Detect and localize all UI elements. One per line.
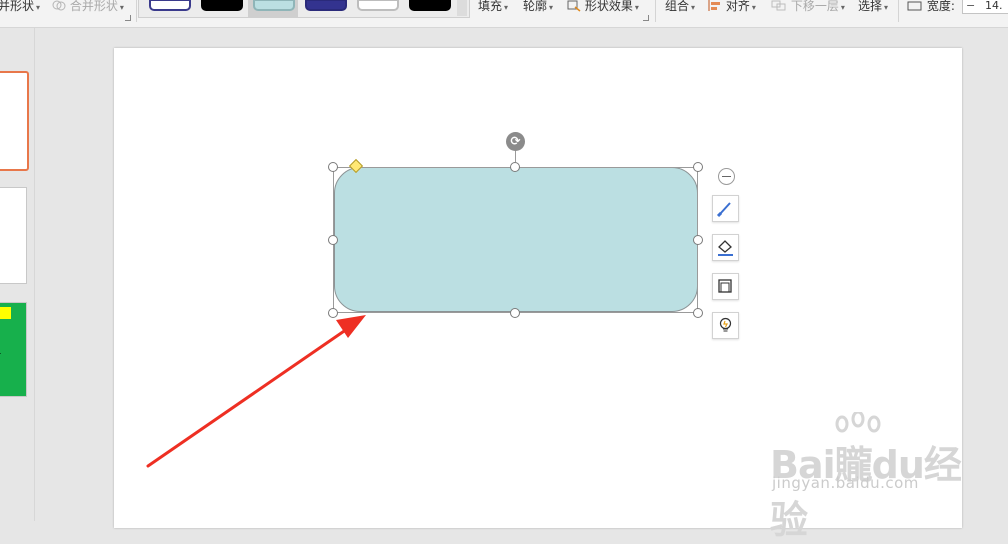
chevron-down-icon: ▾ xyxy=(840,3,845,12)
chevron-down-icon: ▾ xyxy=(504,3,509,12)
width-label: 宽度: xyxy=(926,0,955,13)
send-backward-icon xyxy=(771,0,786,11)
select-button[interactable]: 选择 ▾ xyxy=(858,0,888,13)
resize-handle-top[interactable] xyxy=(510,162,520,172)
collapse-icon[interactable] xyxy=(718,168,735,185)
width-value: 14. xyxy=(985,0,1003,12)
fill-button[interactable]: 填充 ▾ xyxy=(478,0,508,13)
style-brush-icon xyxy=(716,202,731,218)
align-label: 对齐 xyxy=(725,0,750,13)
rotate-icon[interactable]: ⟳ xyxy=(506,132,525,151)
chevron-down-icon: ▾ xyxy=(119,3,124,12)
align-icon xyxy=(708,0,720,11)
outline-label: 轮廓 xyxy=(523,0,548,13)
dialog-launcher-icon[interactable] xyxy=(125,15,131,21)
send-backward-button[interactable]: 下移一层 ▾ xyxy=(771,0,845,13)
width-icon xyxy=(907,1,922,11)
smart-lightbulb-button[interactable] xyxy=(712,312,739,339)
style-swatch-black[interactable] xyxy=(201,0,243,11)
resize-handle-left[interactable] xyxy=(328,235,338,245)
chevron-down-icon: ▾ xyxy=(751,3,756,12)
divider xyxy=(136,0,137,22)
group-label: 组合 xyxy=(665,0,690,13)
resize-handle-top-right[interactable] xyxy=(693,162,703,172)
merge-shapes-button[interactable]: 合并形状 ▾ xyxy=(52,0,124,13)
style-swatch-outline-navy[interactable] xyxy=(149,0,191,11)
fill-bucket-button[interactable] xyxy=(712,234,739,261)
resize-handle-top-left[interactable] xyxy=(328,162,338,172)
style-swatch-navy[interactable] xyxy=(305,0,347,11)
rounded-rectangle-shape[interactable] xyxy=(334,167,698,312)
style-swatch-white[interactable] xyxy=(357,0,399,11)
smart-lightbulb-icon xyxy=(719,317,732,332)
slide-thumbnail-1[interactable] xyxy=(0,71,29,171)
gallery-scroll[interactable] xyxy=(457,0,467,16)
dialog-launcher-icon[interactable] xyxy=(643,15,649,21)
fill-bucket-icon xyxy=(718,240,733,256)
outline-frame-icon xyxy=(718,279,732,293)
chevron-down-icon: ▾ xyxy=(634,3,639,12)
chevron-down-icon: ▾ xyxy=(884,3,889,12)
resize-handle-right[interactable] xyxy=(693,235,703,245)
style-swatch-black-2[interactable] xyxy=(409,0,451,11)
chevron-down-icon: ▾ xyxy=(36,3,41,12)
width-decrement-button[interactable]: − xyxy=(966,0,975,12)
shape-style-gallery xyxy=(138,0,470,18)
merge-shapes-label: 合并形状 xyxy=(69,0,118,13)
send-backward-label: 下移一层 xyxy=(790,0,839,13)
rotation-connector xyxy=(515,150,516,162)
thumbnail-mark xyxy=(0,353,1,354)
watermark-url: jingyan.baidu.com xyxy=(772,474,919,492)
outline-frame-button[interactable] xyxy=(712,273,739,300)
group-button[interactable]: 组合 ▾ xyxy=(665,0,695,13)
fill-label: 填充 xyxy=(478,0,503,13)
width-control: 宽度: xyxy=(907,0,955,13)
ribbon-toolbar: 并形状 ▾ 合并形状 ▾ 填充 ▾ 轮廓 ▾ 形状效果 ▾ 组合 ▾ 对齐 ▾ 下移一层 ▾ xyxy=(0,0,1008,28)
outline-button[interactable]: 轮廓 ▾ xyxy=(523,0,553,13)
slide-thumbnail-3[interactable] xyxy=(0,302,27,397)
align-button[interactable]: 对齐 ▾ xyxy=(708,0,756,13)
style-brush-button[interactable] xyxy=(712,195,739,222)
paw-print-icon xyxy=(835,412,881,433)
slide-thumbnail-2[interactable] xyxy=(0,187,27,284)
chevron-down-icon: ▾ xyxy=(549,3,554,12)
merge-shapes-left-button[interactable]: 并形状 ▾ xyxy=(0,0,40,13)
divider xyxy=(898,0,899,22)
shape-effects-icon xyxy=(567,0,581,12)
resize-handle-bottom-right[interactable] xyxy=(693,308,703,318)
baidu-watermark: Bai贚du经验 jingyan.baidu.com xyxy=(770,412,970,542)
shape-effects-label: 形状效果 xyxy=(584,0,633,13)
annotation-arrow xyxy=(146,315,366,468)
divider xyxy=(655,0,656,22)
style-swatch-light-teal[interactable] xyxy=(253,0,295,11)
merge-shapes-left-label: 并形状 xyxy=(0,0,35,13)
resize-handle-bottom[interactable] xyxy=(510,308,520,318)
merge-shapes-icon xyxy=(52,0,66,11)
chevron-down-icon: ▾ xyxy=(691,3,696,12)
thumbnail-yellow-box xyxy=(0,307,11,319)
select-label: 选择 xyxy=(858,0,883,13)
shape-effects-button[interactable]: 形状效果 ▾ xyxy=(567,0,639,13)
width-input[interactable]: − 14. xyxy=(962,0,1008,14)
